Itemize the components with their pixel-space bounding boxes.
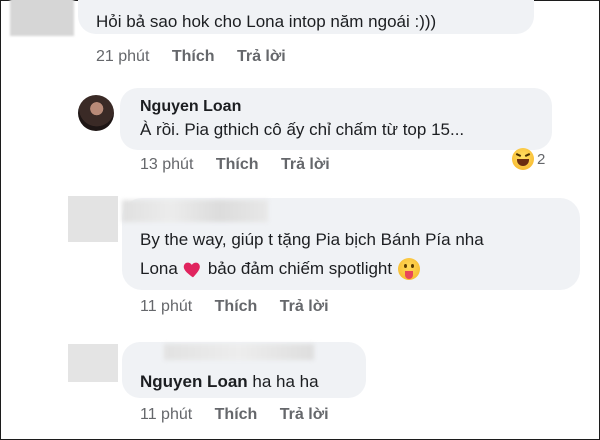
reply-button[interactable]: Trả lời: [280, 298, 329, 316]
comment-meta: 11 phút Thích Trả lời: [140, 298, 329, 316]
mention-link[interactable]: Nguyen Loan: [140, 372, 248, 391]
like-button[interactable]: Thích: [172, 48, 215, 66]
comment-text: Nguyen Loan ha ha ha: [140, 372, 319, 392]
comment-text: bảo đảm chiếm spotlight: [207, 259, 393, 278]
comment-meta: 11 phút Thích Trả lời: [140, 406, 329, 424]
blurred-avatar: [10, 0, 74, 36]
blurred-author-name: [164, 344, 314, 360]
author-name[interactable]: Nguyen Loan: [140, 98, 241, 116]
tongue-out-emoji-icon: [398, 258, 421, 280]
haha-emoji-icon: [512, 148, 534, 170]
comment-body: ha ha ha: [252, 372, 319, 391]
reply-button[interactable]: Trả lời: [280, 406, 329, 424]
blurred-avatar: [68, 344, 118, 382]
reply-button[interactable]: Trả lời: [281, 156, 330, 174]
comment-text-line: Lona bảo đảm chiếm spotlight: [140, 258, 421, 280]
like-button[interactable]: Thích: [215, 298, 258, 316]
comment-time[interactable]: 13 phút: [140, 156, 193, 174]
heart-emoji-icon: [182, 258, 204, 280]
comment-text-line: By the way, giúp t tặng Pia bịch Bánh Pí…: [140, 230, 484, 249]
comment-time[interactable]: 11 phút: [140, 406, 192, 424]
avatar[interactable]: [78, 95, 114, 131]
comment-text: Hỏi bả sao hok cho Lona intop năm ngoái …: [96, 12, 437, 31]
like-button[interactable]: Thích: [216, 156, 259, 174]
comment-time[interactable]: 11 phút: [140, 298, 192, 316]
comment-meta: 13 phút Thích Trả lời: [140, 156, 330, 174]
comment-text: À rồi. Pia gthich cô ấy chỉ chấm từ top …: [140, 120, 465, 139]
reply-button[interactable]: Trả lời: [237, 48, 286, 66]
reaction-count: 2: [537, 150, 546, 168]
reaction-summary[interactable]: 2: [512, 147, 545, 171]
blurred-author-name: [122, 200, 268, 222]
like-button[interactable]: Thích: [215, 406, 258, 424]
blurred-avatar: [68, 196, 118, 242]
comment-meta: 21 phút Thích Trả lời: [96, 48, 286, 66]
comment-time[interactable]: 21 phút: [96, 48, 149, 66]
comment-text: Lona: [140, 259, 178, 278]
